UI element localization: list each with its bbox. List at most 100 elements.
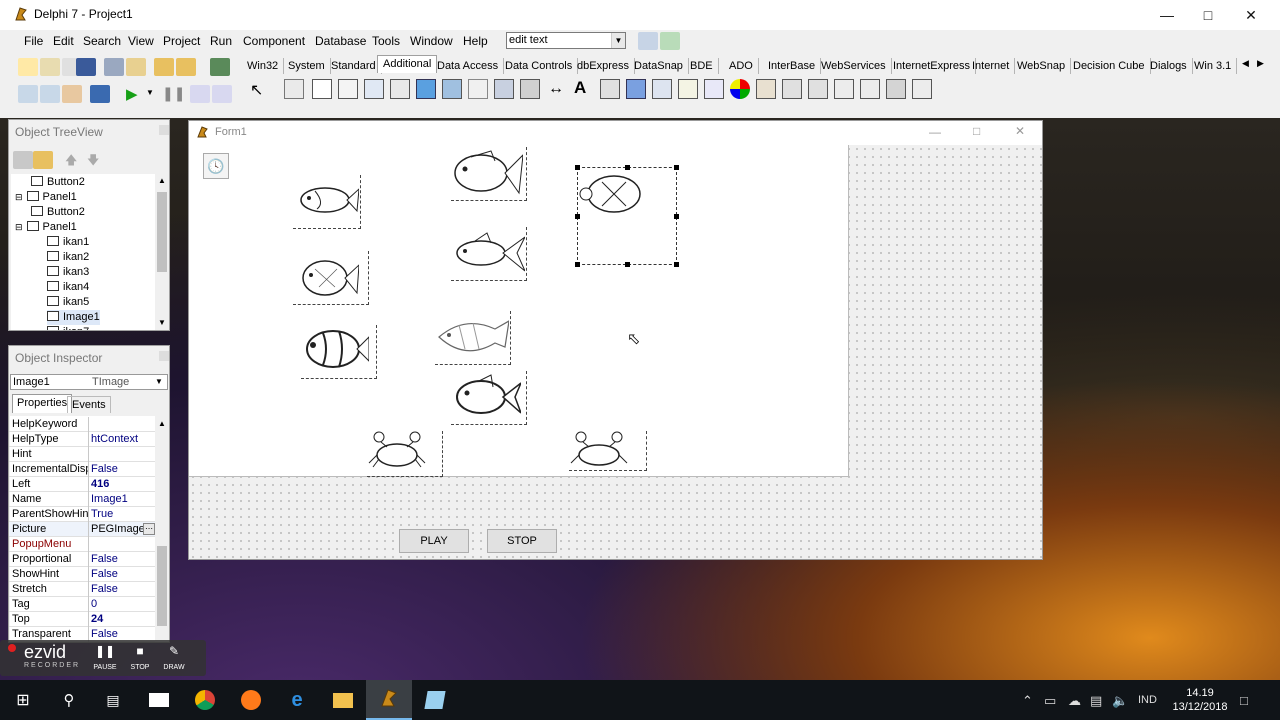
fish-image[interactable] [451, 227, 527, 281]
tree-item[interactable]: ikan5 [47, 295, 89, 310]
tab-data-access[interactable]: Data Access [432, 58, 505, 74]
tree-item[interactable]: ikan4 [47, 280, 89, 295]
property-row[interactable]: Proportional False [9, 552, 155, 567]
drawgrid-icon[interactable] [390, 79, 410, 99]
tab-websnap[interactable]: WebSnap [1012, 58, 1072, 74]
add-file-icon[interactable] [154, 58, 174, 76]
stop-button[interactable]: STOP [487, 529, 557, 553]
new-form-icon[interactable] [90, 85, 110, 103]
close-icon[interactable]: ✕ [1228, 0, 1274, 30]
tabs-scroll-left-icon[interactable]: ◀ [1242, 58, 1249, 69]
draw-button[interactable]: ✎ DRAW [160, 644, 188, 672]
open-icon[interactable] [40, 58, 60, 76]
actiontoolbar-icon[interactable] [808, 79, 828, 99]
resize-handle[interactable] [674, 262, 679, 267]
speedbutton-icon[interactable] [312, 79, 332, 99]
resize-handle[interactable] [575, 165, 580, 170]
task-view-button[interactable]: ▤ [90, 680, 136, 720]
chart-icon[interactable] [730, 79, 750, 99]
timer-icon[interactable]: 🕓 [203, 153, 229, 179]
menu-component[interactable]: Component [243, 34, 305, 48]
notepad-app[interactable] [412, 680, 458, 720]
property-row[interactable]: HelpKeyword [9, 417, 155, 432]
stop-recording-button[interactable]: ■ STOP [126, 644, 154, 672]
valuelisteditor-icon[interactable] [652, 79, 672, 99]
stringgrid-icon[interactable] [364, 79, 384, 99]
menu-search[interactable]: Search [83, 34, 121, 48]
fish-image[interactable] [293, 251, 369, 305]
tabs-scroll-right-icon[interactable]: ▶ [1257, 58, 1264, 69]
taskbar-clock[interactable]: 14.19 13/12/2018 [1170, 686, 1230, 714]
save-all-icon[interactable] [104, 58, 124, 76]
tab-dialogs[interactable]: Dialogs [1145, 58, 1193, 74]
labelededit-icon[interactable] [678, 79, 698, 99]
tab-ado[interactable]: ADO [724, 58, 759, 74]
ellipsis-icon[interactable]: ⋯ [143, 523, 155, 535]
image-component-icon[interactable] [416, 79, 436, 99]
crab-image[interactable] [569, 431, 647, 471]
start-button[interactable]: ⊞ [0, 680, 46, 720]
tray-chevron-up-icon[interactable]: ⌃ [1022, 693, 1033, 709]
tab-standard[interactable]: Standard [326, 58, 382, 74]
menu-window[interactable]: Window [410, 34, 453, 48]
property-row-selected[interactable]: Picture PEGImage) ⋯ [9, 522, 155, 537]
tab-win31[interactable]: Win 3.1 [1189, 58, 1238, 74]
menu-file[interactable]: File [24, 34, 43, 48]
tree-item[interactable]: ikan2 [47, 250, 89, 265]
desktop-default-icon[interactable] [660, 32, 680, 50]
menu-project[interactable]: Project [163, 34, 200, 48]
network-icon[interactable]: ▤ [1090, 693, 1102, 709]
pointer-arrow-icon[interactable]: ↖ [250, 80, 263, 100]
collapse-icon[interactable]: ⊟ [15, 222, 23, 232]
maskedit-icon[interactable] [338, 79, 358, 99]
customizedlg-icon[interactable] [912, 79, 932, 99]
tab-additional[interactable]: Additional [377, 55, 438, 73]
tab-bde[interactable]: BDE [685, 58, 719, 74]
scroll-down-icon[interactable]: ▼ [158, 318, 166, 327]
scroll-thumb[interactable] [157, 546, 167, 626]
onedrive-icon[interactable]: ☁ [1068, 693, 1081, 709]
treeview-list[interactable]: Button2 ⊟ Panel1 Button2 ⊟ Panel1 ikan1 ik… [11, 174, 155, 330]
tab-system[interactable]: System [283, 58, 331, 74]
view-form-icon[interactable] [40, 85, 60, 103]
scroll-up-icon[interactable]: ▲ [158, 419, 166, 428]
desktop-save-icon[interactable] [638, 32, 658, 50]
minimize-icon[interactable]: ― [929, 125, 941, 139]
scrollbox-icon[interactable] [494, 79, 514, 99]
checklistbox-icon[interactable] [520, 79, 540, 99]
statictext-icon[interactable]: A [574, 78, 586, 98]
crab-image[interactable] [367, 431, 443, 477]
menu-help[interactable]: Help [463, 34, 488, 48]
fish-image[interactable] [293, 175, 361, 229]
menu-edit[interactable]: Edit [53, 34, 74, 48]
remove-file-icon[interactable] [176, 58, 196, 76]
tab-dbexpress[interactable]: dbExpress [572, 58, 635, 74]
menu-tools[interactable]: Tools [372, 34, 400, 48]
tree-item[interactable]: Button2 [31, 175, 85, 190]
collapse-icon[interactable]: ⊟ [15, 192, 23, 202]
notifications-icon[interactable]: □ [1240, 693, 1248, 708]
object-selector[interactable]: Image1 TImage ▼ [10, 374, 168, 390]
volume-icon[interactable]: 🔈 [1112, 693, 1128, 709]
minimize-icon[interactable]: ― [1144, 0, 1190, 30]
resize-handle[interactable] [625, 262, 630, 267]
tree-item[interactable]: ikan3 [47, 265, 89, 280]
close-icon[interactable]: ✕ [1015, 124, 1025, 138]
view-unit-icon[interactable] [18, 85, 38, 103]
tree-item[interactable]: ⊟ Panel1 [15, 220, 77, 235]
tab-data-controls[interactable]: Data Controls [500, 58, 579, 74]
fish-image[interactable] [451, 147, 527, 201]
tree-item[interactable]: ikan1 [47, 235, 89, 250]
property-row[interactable]: IncrementalDisp False [9, 462, 155, 477]
delphi-app[interactable] [366, 680, 412, 720]
menu-view[interactable]: View [128, 34, 154, 48]
scroll-thumb[interactable] [157, 192, 167, 272]
property-row[interactable]: ParentShowHint True [9, 507, 155, 522]
fish-image[interactable] [451, 371, 527, 425]
actionmainmenubar-icon[interactable] [782, 79, 802, 99]
run-icon[interactable]: ▶ [126, 85, 138, 103]
clownfish-image[interactable] [301, 325, 377, 379]
scroll-up-icon[interactable]: ▲ [158, 176, 166, 185]
shape-icon[interactable] [442, 79, 462, 99]
colorbox-icon[interactable] [704, 79, 724, 99]
